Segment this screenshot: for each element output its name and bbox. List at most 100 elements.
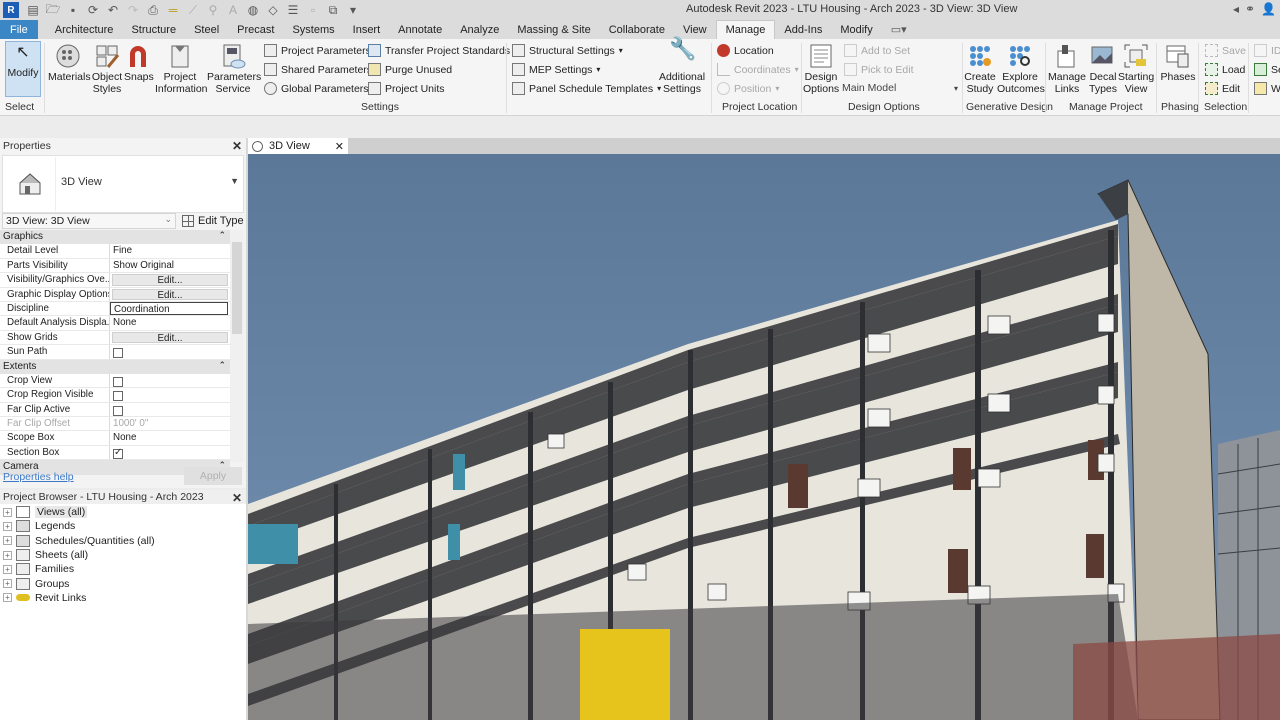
edit-button[interactable]: Edit... (112, 331, 228, 344)
contextual-tab-dropdown-icon[interactable]: ▭▾ (882, 20, 916, 39)
tab-massing-site[interactable]: Massing & Site (508, 20, 599, 39)
tab-annotate[interactable]: Annotate (389, 20, 451, 39)
text-icon[interactable]: A (223, 1, 243, 19)
warnings-button[interactable]: W (1254, 82, 1280, 95)
parameters-service-button[interactable]: Parameters Service (207, 43, 261, 95)
tab-systems[interactable]: Systems (283, 20, 343, 39)
add-to-set-button[interactable]: Add to Set (844, 44, 910, 57)
load-selection-button[interactable]: Load (1205, 63, 1245, 76)
property-value[interactable]: None (110, 431, 230, 444)
open-icon[interactable]: 🗁 (43, 1, 63, 19)
coordinates-button[interactable]: Coordinates ▾ (717, 63, 799, 76)
location-button[interactable]: Location (717, 44, 774, 57)
close-view-tab-icon[interactable]: ✕ (335, 140, 344, 153)
property-checkbox[interactable] (113, 348, 123, 359)
global-parameters-button[interactable]: Global Parameters (264, 82, 369, 95)
mep-settings-button[interactable]: MEP Settings ▾ (512, 63, 600, 76)
modify-tool[interactable]: ↖ Modify (5, 45, 41, 80)
view-tab-3d[interactable]: 3D View ✕ (248, 138, 348, 154)
edit-selection-button[interactable]: Edit (1205, 82, 1240, 95)
properties-help-link[interactable]: Properties help (3, 471, 74, 483)
tab-steel[interactable]: Steel (185, 20, 228, 39)
property-value[interactable]: Show Original (110, 259, 230, 272)
design-option-dropdown[interactable]: Main Model ▾ (842, 82, 960, 94)
property-checkbox[interactable] (113, 447, 123, 459)
switch-windows-icon[interactable]: ⧉ (323, 1, 343, 19)
measure-icon[interactable]: ═ (163, 1, 183, 19)
property-value[interactable]: Fine (110, 244, 230, 257)
expand-icon[interactable]: + (3, 593, 12, 603)
default-3d-icon[interactable]: ◍ (243, 1, 263, 19)
tab-architecture[interactable]: Architecture (46, 20, 123, 39)
browser-item[interactable]: + Views (all) (0, 505, 246, 519)
section-graphics[interactable]: Graphics ⌃ (0, 230, 230, 245)
scroll-left-icon[interactable]: ◂ (1233, 2, 1239, 16)
home-icon[interactable]: ▤ (23, 1, 43, 19)
expand-icon[interactable]: + (3, 521, 12, 531)
close-project-browser-icon[interactable]: ✕ (232, 491, 242, 505)
expand-icon[interactable]: + (3, 564, 12, 574)
shared-parameters-button[interactable]: Shared Parameters (264, 63, 372, 76)
materials-button[interactable]: Materials (48, 43, 91, 83)
close-hidden-icon[interactable]: ▫ (303, 1, 323, 19)
expand-icon[interactable]: + (3, 507, 12, 517)
apply-button[interactable]: Apply (184, 467, 242, 485)
browser-item[interactable]: + Schedules/Quantities (all) (0, 534, 246, 548)
property-checkbox[interactable] (113, 405, 123, 416)
section-icon[interactable]: ◇ (263, 1, 283, 19)
browser-item[interactable]: + Revit Links (0, 591, 246, 605)
collapse-icon[interactable]: ⌃ (218, 230, 226, 241)
print-icon[interactable]: ⎙ (143, 1, 163, 19)
scroll-thumb[interactable] (232, 242, 242, 334)
ids-of-selection-button[interactable]: ID (1254, 44, 1280, 57)
project-information-button[interactable]: Project Information (155, 43, 208, 95)
pick-to-edit-button[interactable]: Pick to Edit (844, 63, 914, 76)
tab-modify[interactable]: Modify (831, 20, 881, 39)
snaps-button[interactable]: Snaps (124, 43, 154, 83)
expand-icon[interactable]: + (3, 536, 12, 546)
edit-type-button[interactable]: Edit Type (182, 213, 244, 229)
browser-item[interactable]: + Groups (0, 576, 246, 590)
project-units-button[interactable]: Project Units (368, 82, 445, 95)
additional-settings-button[interactable]: 🔧 Additional Settings (656, 38, 708, 96)
tab-file[interactable]: File (0, 20, 38, 39)
manage-links-button[interactable]: Manage Links (1048, 43, 1086, 95)
binoculars-icon[interactable]: ⚭ (1245, 2, 1255, 16)
decal-types-button[interactable]: Decal Types (1087, 43, 1119, 95)
sync-icon[interactable]: ⟳ (83, 1, 103, 19)
tag-icon[interactable]: ⚲ (203, 1, 223, 19)
edit-button[interactable]: Edit... (112, 274, 228, 286)
tab-analyze[interactable]: Analyze (451, 20, 508, 39)
undo-icon[interactable]: ↶ (103, 1, 123, 19)
property-checkbox[interactable] (113, 376, 123, 387)
property-value[interactable]: None (110, 316, 230, 329)
redo-icon[interactable]: ↷ (123, 1, 143, 19)
create-study-button[interactable]: Create Study (963, 43, 997, 95)
edit-button[interactable]: Edit... (112, 288, 228, 301)
browser-item[interactable]: + Sheets (all) (0, 548, 246, 562)
tab-structure[interactable]: Structure (122, 20, 185, 39)
expand-icon[interactable]: + (3, 550, 12, 560)
dimension-icon[interactable]: ⟋ (183, 1, 203, 19)
section-extents[interactable]: Extents ⌃ (0, 359, 230, 374)
type-dropdown-icon[interactable]: ▼ (230, 176, 239, 186)
user-icon[interactable]: 👤 (1261, 2, 1276, 16)
tab-precast[interactable]: Precast (228, 20, 283, 39)
revit-logo[interactable]: R (3, 2, 19, 18)
tab-manage[interactable]: Manage (715, 20, 776, 39)
object-styles-button[interactable]: Object Styles (89, 43, 125, 95)
properties-scrollbar[interactable] (230, 230, 244, 462)
position-button[interactable]: Position ▾ (717, 82, 779, 95)
tab-insert[interactable]: Insert (344, 20, 390, 39)
project-parameters-button[interactable]: Project Parameters (264, 44, 371, 57)
close-properties-icon[interactable]: ✕ (232, 139, 242, 153)
3d-viewport[interactable] (248, 154, 1280, 720)
thin-lines-icon[interactable]: ☰ (283, 1, 303, 19)
phases-button[interactable]: Phases (1160, 43, 1196, 83)
design-options-button[interactable]: Design Options (803, 43, 839, 95)
purge-unused-button[interactable]: Purge Unused (368, 63, 452, 76)
transfer-standards-button[interactable]: Transfer Project Standards (368, 44, 510, 57)
browser-item[interactable]: + Families (0, 562, 246, 576)
customize-icon[interactable]: ▾ (343, 1, 363, 19)
expand-icon[interactable]: + (3, 579, 12, 589)
